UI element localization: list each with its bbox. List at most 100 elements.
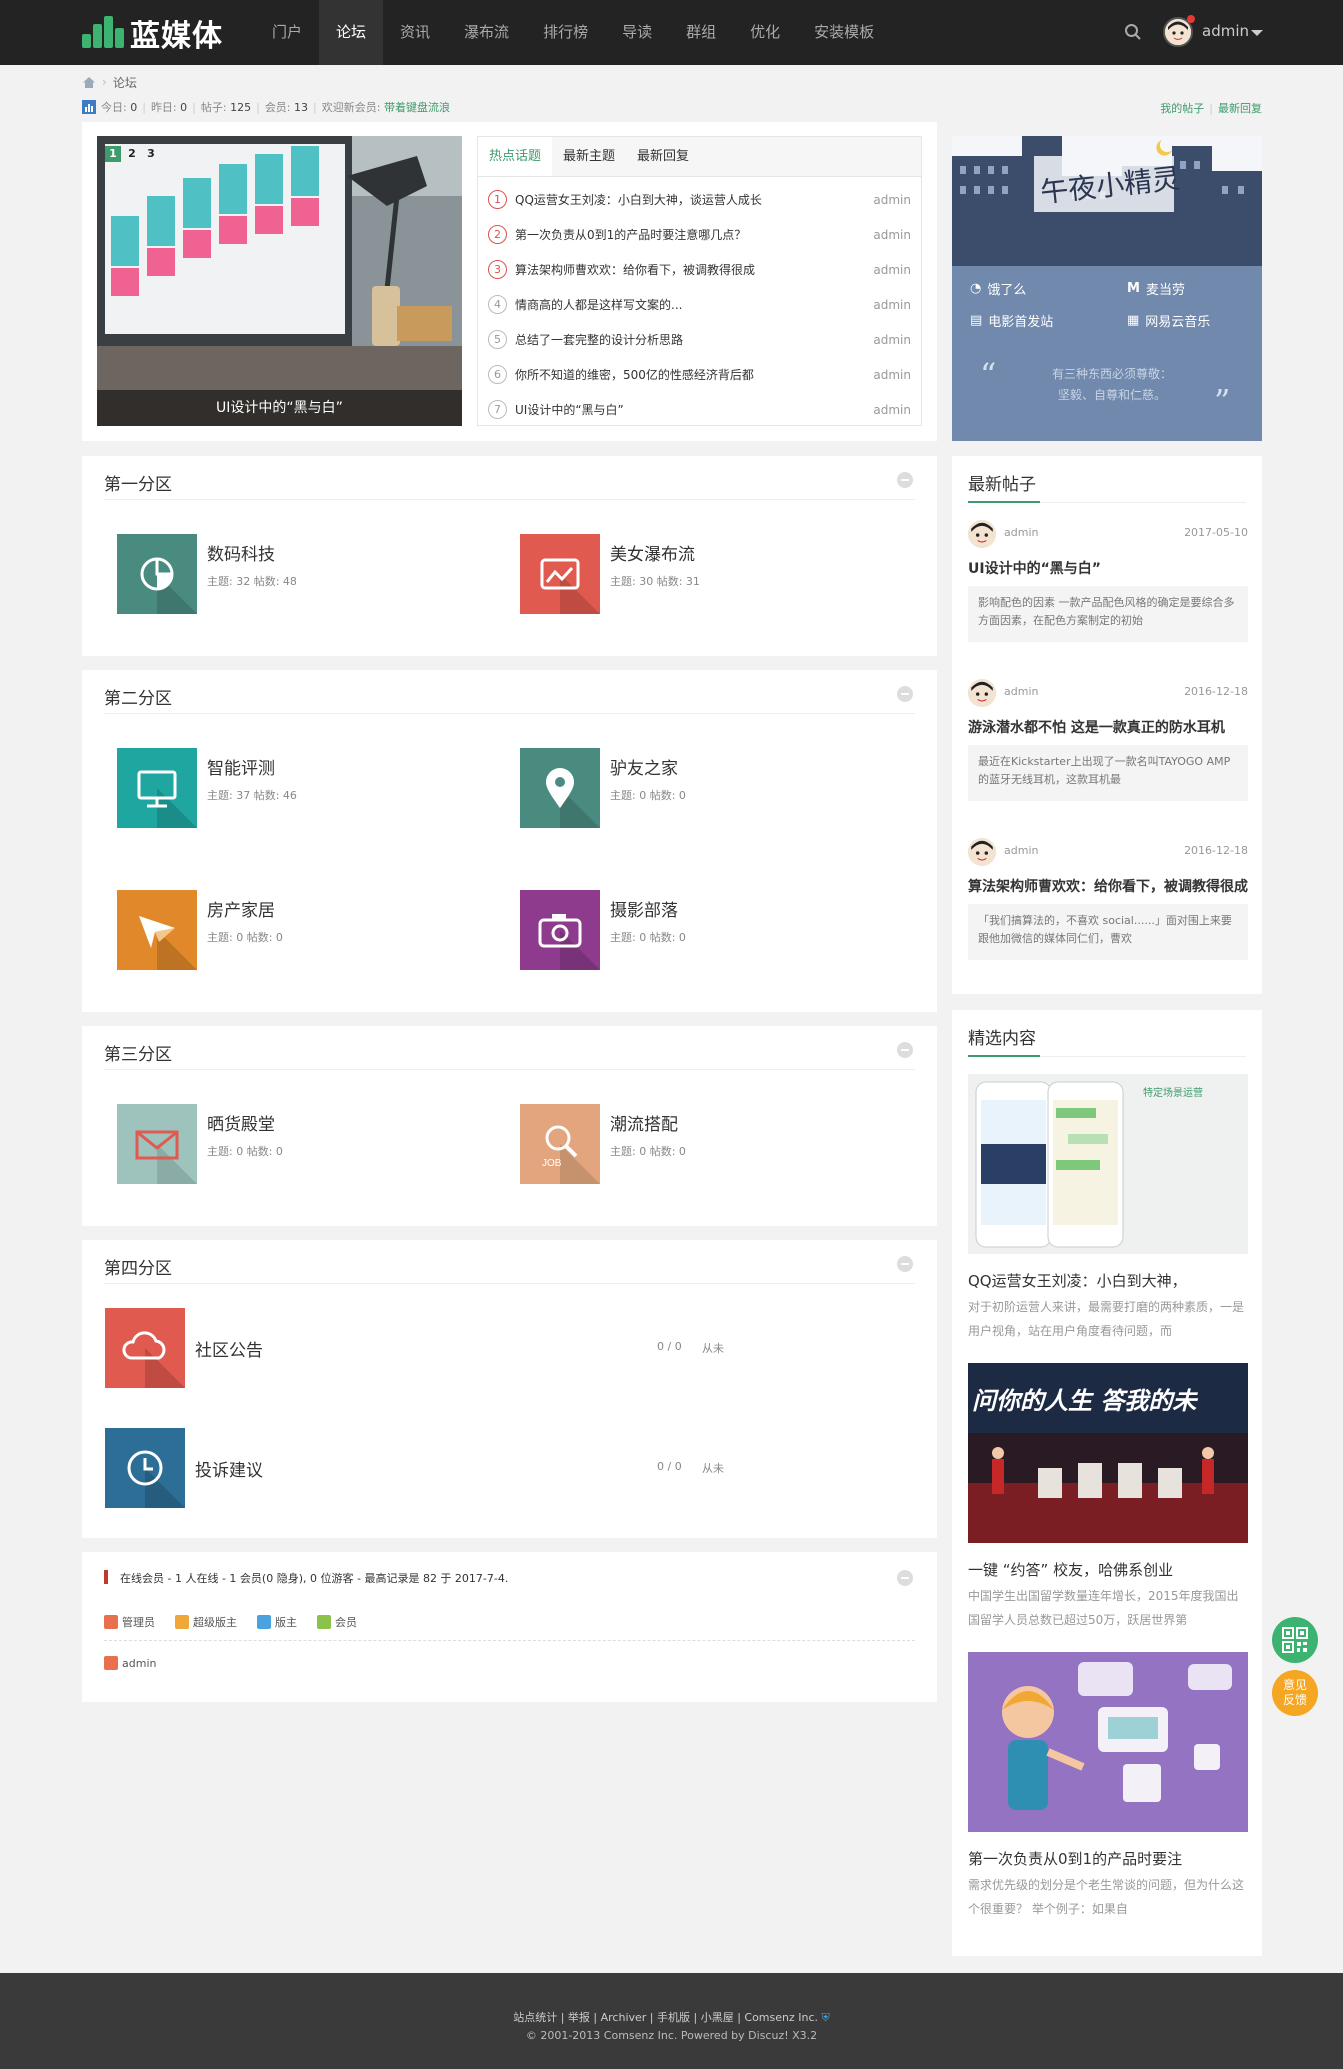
online-summary[interactable]: 在线会员 - 1 人在线 - 1 会员(0 隐身), 0 位游客 - 最高记录是… [120,1570,508,1586]
post-author[interactable]: admin [1004,844,1038,857]
list-item[interactable]: 7 UI设计中的“黑与白” admin [478,392,921,427]
nav-optimize[interactable]: 优化 [733,0,797,65]
nav-forum[interactable]: 论坛 [319,0,384,65]
featured-item[interactable]: 特定场景运营 QQ运营女王刘凌：小白到大神， 对于初阶运营人来讲，最需要打磨的两… [968,1074,1248,1354]
featured-image[interactable] [968,1652,1248,1832]
tab-hot[interactable]: 热点话题 [478,137,553,176]
forum-photography[interactable]: 摄影部落 主题: 0 帖数: 0 [520,890,686,970]
qr-code-button[interactable] [1272,1617,1318,1663]
search-icon[interactable] [1124,23,1142,41]
list-item[interactable]: 6 你所不知道的维密，500亿的性感经济背后都 admin [478,357,921,392]
featured-image[interactable]: 特定场景运营 [968,1074,1248,1254]
forum-digital-tech[interactable]: 数码科技 主题: 32 帖数: 48 [117,534,297,614]
post-author[interactable]: admin [1004,685,1038,698]
forum-smart-review[interactable]: 智能评测 主题: 37 帖数: 46 [117,748,297,828]
chevron-down-icon[interactable] [1251,30,1263,36]
nav-guide[interactable]: 导读 [605,0,669,65]
slideshow[interactable]: 1 2 3 UI设计中的“黑与白” [97,136,462,426]
forum-name[interactable]: 美女瀑布流 [610,540,700,565]
collapse-icon[interactable] [897,1570,913,1586]
forum-name[interactable]: 数码科技 [207,540,297,565]
collapse-icon[interactable] [897,1256,913,1272]
post-title[interactable]: 算法架构师曹欢欢：给你看下，被调教得很成 [968,876,1248,896]
nav-groups[interactable]: 群组 [669,0,733,65]
footer-links[interactable]: 站点统计 | 举报 | Archiver | 手机版 | 小黑屋 | Comse… [0,2009,1343,2025]
envelope-icon [117,1104,197,1184]
avatar[interactable] [968,679,996,707]
collapse-icon[interactable] [897,686,913,702]
link-eleme[interactable]: ◔ 饿了么 [970,279,1026,298]
forum-name[interactable]: 摄影部落 [610,896,686,921]
latest-post-item[interactable]: admin 2017-05-10 UI设计中的“黑与白” 影响配色的因素 一款产… [968,520,1248,660]
breadcrumb-current[interactable]: 论坛 [113,74,137,91]
avatar[interactable] [968,520,996,548]
nav-waterfall[interactable]: 瀑布流 [447,0,526,65]
slide-caption[interactable]: UI设计中的“黑与白” [97,390,462,426]
home-icon[interactable] [82,76,96,89]
tab-new-replies[interactable]: 最新回复 [626,137,700,176]
nav-ranking[interactable]: 排行榜 [526,0,605,65]
stat-members-label: 会员: [264,101,291,114]
forum-name[interactable]: 房产家居 [207,896,283,921]
latest-replies-link[interactable]: 最新回复 [1218,102,1262,115]
featured-item-title[interactable]: 一键 “约答” 校友，哈佛系创业 [968,1559,1173,1580]
hot-list: 1 QQ运营女王刘凌：小白到大神，谈运营人成长 admin 2 第一次负责从0到1的产… [478,177,921,427]
list-item[interactable]: 4 情商高的人都是这样写文案的... admin [478,287,921,322]
forum-name[interactable]: 社区公告 [195,1336,263,1361]
section-title[interactable]: 第一分区 [104,470,172,495]
nav-news[interactable]: 资讯 [383,0,447,65]
my-posts-link[interactable]: 我的帖子 [1160,102,1204,115]
slide-page-1[interactable]: 1 [105,146,121,162]
new-member-link[interactable]: 带着键盘流浪 [384,99,450,115]
forum-real-estate[interactable]: 房产家居 主题: 0 帖数: 0 [117,890,283,970]
forum-name[interactable]: 智能评测 [207,754,297,779]
forum-fashion[interactable]: JOB 潮流搭配 主题: 0 帖数: 0 [520,1104,686,1184]
forum-travel-home[interactable]: 驴友之家 主题: 0 帖数: 0 [520,748,686,828]
featured-item-desc: 中国学生出国留学数量连年增长，2015年度我国出国留学人员总数已超过50万，跃居… [968,1589,1239,1627]
collapse-icon[interactable] [897,1042,913,1058]
featured-item-title[interactable]: QQ运营女王刘凌：小白到大神， [968,1270,1187,1291]
section-title[interactable]: 第三分区 [104,1040,172,1065]
featured-item[interactable]: 第一次负责从0到1的产品时要注 需求优先级的划分是个老生常谈的问题，但为什么这个… [968,1652,1248,1932]
latest-post-item[interactable]: admin 2016-12-18 算法架构师曹欢欢：给你看下，被调教得很成 「我… [968,838,1248,978]
link-movie[interactable]: ▤ 电影首发站 [970,311,1053,330]
slide-page-2[interactable]: 2 [124,146,140,162]
post-author[interactable]: admin [1004,526,1038,539]
side-banner[interactable]: 午夜小精灵 ◔ 饿了么 M 麦当劳 ▤ 电影首发站 ▦ 网易云音乐 “ 有三种东西必须尊… [952,136,1262,441]
collapse-icon[interactable] [897,472,913,488]
forum-announcements[interactable]: 社区公告 [105,1308,263,1388]
nav-install-template[interactable]: 安装模板 [797,0,891,65]
user-name[interactable]: admin [1202,22,1249,40]
list-item[interactable]: 3 算法架构师曹欢欢：给你看下，被调教得很成 admin [478,252,921,287]
forum-name[interactable]: 晒货殿堂 [207,1110,283,1135]
post-title[interactable]: UI设计中的“黑与白” [968,558,1248,578]
mod-user-icon [257,1615,271,1629]
forum-complaints[interactable]: 投诉建议 [105,1428,263,1508]
list-item[interactable]: 2 第一次负责从0到1的产品时要注意哪几点？ admin [478,217,921,252]
tab-new-threads[interactable]: 最新主题 [552,137,626,176]
online-user-admin[interactable]: admin [104,1656,156,1670]
nav-portal[interactable]: 门户 [255,0,319,65]
featured-image-text: 特定场景运营 [1143,1088,1203,1099]
post-title[interactable]: 游泳潜水都不怕 这是一款真正的防水耳机 [968,717,1248,737]
link-netease-music[interactable]: ▦ 网易云音乐 [1127,311,1210,330]
featured-image[interactable]: 问你的人生 答我的未 [968,1363,1248,1543]
list-item[interactable]: 1 QQ运营女王刘凌：小白到大神，谈运营人成长 admin [478,182,921,217]
featured-item[interactable]: 问你的人生 答我的未 一键 “约答” 校友，哈佛系创业 中国学生出国留学数量连年… [968,1363,1248,1643]
feedback-button[interactable]: 意见 反馈 [1272,1670,1318,1716]
list-item[interactable]: 5 总结了一套完整的设计分析思路 admin [478,322,921,357]
featured-item-title[interactable]: 第一次负责从0到1的产品时要注 [968,1848,1182,1869]
avatar[interactable] [968,838,996,866]
forum-name[interactable]: 潮流搭配 [610,1110,686,1135]
forum-showcase[interactable]: 晒货殿堂 主题: 0 帖数: 0 [117,1104,283,1184]
section-title[interactable]: 第二分区 [104,684,172,709]
forum-beauty-waterfall[interactable]: 美女瀑布流 主题: 30 帖数: 31 [520,534,700,614]
slide-page-3[interactable]: 3 [143,146,159,162]
chart-frame-icon [520,534,600,614]
link-mcdonalds[interactable]: M 麦当劳 [1127,279,1185,298]
site-logo[interactable]: 蓝媒体 [82,14,223,54]
section-title[interactable]: 第四分区 [104,1254,172,1279]
forum-name[interactable]: 投诉建议 [195,1456,263,1481]
forum-name[interactable]: 驴友之家 [610,754,686,779]
latest-post-item[interactable]: admin 2016-12-18 游泳潜水都不怕 这是一款真正的防水耳机 最近在… [968,679,1248,819]
